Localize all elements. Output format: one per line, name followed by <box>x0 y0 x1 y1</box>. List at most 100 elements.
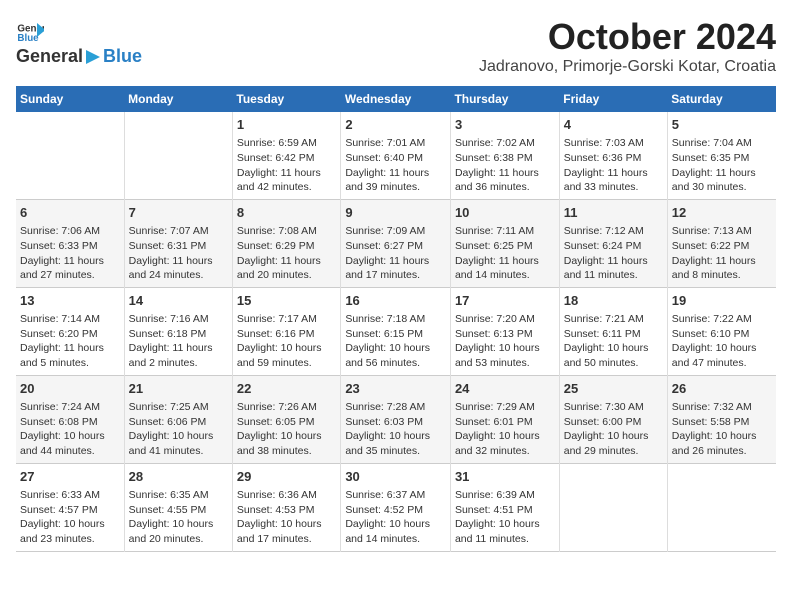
calendar-cell: 13 Sunrise: 7:14 AM Sunset: 6:20 PM Dayli… <box>16 287 124 375</box>
calendar-cell: 14Sunrise: 7:16 AM Sunset: 6:18 PM Dayli… <box>124 287 232 375</box>
calendar-cell: 15 Sunrise: 7:17 AM Sunset: 6:16 PM Dayli… <box>232 287 340 375</box>
calendar-cell: 5Sunrise: 7:04 AM Sunset: 6:35 PM Daylig… <box>667 112 776 199</box>
col-header-sunday: Sunday <box>16 86 124 112</box>
day-info: Sunrise: 7:14 AM Sunset: 6:20 PM Dayligh… <box>20 312 120 371</box>
day-info: Sunrise: 6:35 AM Sunset: 4:55 PM Dayligh… <box>129 488 228 547</box>
calendar-table: SundayMondayTuesdayWednesdayThursdayFrid… <box>16 86 776 552</box>
day-number: 9 <box>345 204 446 222</box>
calendar-cell <box>124 112 232 199</box>
day-info: Sunrise: 7:09 AM Sunset: 6:27 PM Dayligh… <box>345 224 446 283</box>
calendar-cell: 1 Sunrise: 6:59 AM Sunset: 6:42 PM Daylig… <box>232 112 340 199</box>
day-number: 4 <box>564 116 663 134</box>
day-number: 17 <box>455 292 555 310</box>
day-info: Sunrise: 7:20 AM Sunset: 6:13 PM Dayligh… <box>455 312 555 371</box>
day-info: Sunrise: 7:18 AM Sunset: 6:15 PM Dayligh… <box>345 312 446 371</box>
calendar-header-row: SundayMondayTuesdayWednesdayThursdayFrid… <box>16 86 776 112</box>
calendar-cell: 31 Sunrise: 6:39 AM Sunset: 4:51 PM Dayli… <box>450 463 559 551</box>
calendar-cell: 16Sunrise: 7:18 AM Sunset: 6:15 PM Dayli… <box>341 287 451 375</box>
day-number: 1 <box>237 116 336 134</box>
calendar-cell: 26 Sunrise: 7:32 AM Sunset: 5:58 PM Dayli… <box>667 375 776 463</box>
day-info: Sunrise: 7:16 AM Sunset: 6:18 PM Dayligh… <box>129 312 228 371</box>
col-header-friday: Friday <box>559 86 667 112</box>
day-number: 23 <box>345 380 446 398</box>
day-info: Sunrise: 6:33 AM Sunset: 4:57 PM Dayligh… <box>20 488 120 547</box>
day-number: 22 <box>237 380 336 398</box>
day-info: Sunrise: 7:30 AM Sunset: 6:00 PM Dayligh… <box>564 400 663 459</box>
col-header-monday: Monday <box>124 86 232 112</box>
day-number: 19 <box>672 292 772 310</box>
day-info: Sunrise: 7:28 AM Sunset: 6:03 PM Dayligh… <box>345 400 446 459</box>
day-number: 18 <box>564 292 663 310</box>
calendar-week-row: 27Sunrise: 6:33 AM Sunset: 4:57 PM Dayli… <box>16 463 776 551</box>
day-number: 11 <box>564 204 663 222</box>
day-info: Sunrise: 7:04 AM Sunset: 6:35 PM Dayligh… <box>672 136 772 195</box>
day-info: Sunrise: 7:11 AM Sunset: 6:25 PM Dayligh… <box>455 224 555 283</box>
day-info: Sunrise: 7:07 AM Sunset: 6:31 PM Dayligh… <box>129 224 228 283</box>
day-number: 26 <box>672 380 772 398</box>
day-info: Sunrise: 7:03 AM Sunset: 6:36 PM Dayligh… <box>564 136 663 195</box>
day-info: Sunrise: 6:39 AM Sunset: 4:51 PM Dayligh… <box>455 488 555 547</box>
calendar-cell: 29 Sunrise: 6:36 AM Sunset: 4:53 PM Dayli… <box>232 463 340 551</box>
page-subtitle: Jadranovo, Primorje-Gorski Kotar, Croati… <box>479 58 776 76</box>
calendar-cell: 21Sunrise: 7:25 AM Sunset: 6:06 PM Dayli… <box>124 375 232 463</box>
day-number: 12 <box>672 204 772 222</box>
logo-blue: Blue <box>103 46 142 67</box>
day-number: 31 <box>455 468 555 486</box>
page-title: October 2024 <box>479 16 776 58</box>
logo-general: General <box>16 46 83 67</box>
day-info: Sunrise: 7:24 AM Sunset: 6:08 PM Dayligh… <box>20 400 120 459</box>
calendar-cell: 7 Sunrise: 7:07 AM Sunset: 6:31 PM Daylig… <box>124 199 232 287</box>
calendar-cell: 8 Sunrise: 7:08 AM Sunset: 6:29 PM Daylig… <box>232 199 340 287</box>
calendar-week-row: 13 Sunrise: 7:14 AM Sunset: 6:20 PM Dayli… <box>16 287 776 375</box>
day-info: Sunrise: 7:26 AM Sunset: 6:05 PM Dayligh… <box>237 400 336 459</box>
calendar-cell: 12Sunrise: 7:13 AM Sunset: 6:22 PM Dayli… <box>667 199 776 287</box>
calendar-cell: 24 Sunrise: 7:29 AM Sunset: 6:01 PM Dayli… <box>450 375 559 463</box>
day-info: Sunrise: 6:36 AM Sunset: 4:53 PM Dayligh… <box>237 488 336 547</box>
day-number: 20 <box>20 380 120 398</box>
day-number: 15 <box>237 292 336 310</box>
day-number: 29 <box>237 468 336 486</box>
calendar-cell: 19 Sunrise: 7:22 AM Sunset: 6:10 PM Dayli… <box>667 287 776 375</box>
calendar-week-row: 1 Sunrise: 6:59 AM Sunset: 6:42 PM Daylig… <box>16 112 776 199</box>
col-header-saturday: Saturday <box>667 86 776 112</box>
calendar-cell: 10Sunrise: 7:11 AM Sunset: 6:25 PM Dayli… <box>450 199 559 287</box>
day-info: Sunrise: 7:02 AM Sunset: 6:38 PM Dayligh… <box>455 136 555 195</box>
page-header: General Blue General Blue October 2024 J… <box>16 16 776 76</box>
day-number: 3 <box>455 116 555 134</box>
logo-arrow-icon <box>84 48 102 66</box>
calendar-cell: 20 Sunrise: 7:24 AM Sunset: 6:08 PM Dayli… <box>16 375 124 463</box>
calendar-cell: 25 Sunrise: 7:30 AM Sunset: 6:00 PM Dayli… <box>559 375 667 463</box>
day-info: Sunrise: 7:25 AM Sunset: 6:06 PM Dayligh… <box>129 400 228 459</box>
title-block: October 2024 Jadranovo, Primorje-Gorski … <box>479 16 776 76</box>
day-number: 28 <box>129 468 228 486</box>
col-header-wednesday: Wednesday <box>341 86 451 112</box>
day-info: Sunrise: 7:12 AM Sunset: 6:24 PM Dayligh… <box>564 224 663 283</box>
day-info: Sunrise: 7:01 AM Sunset: 6:40 PM Dayligh… <box>345 136 446 195</box>
day-number: 30 <box>345 468 446 486</box>
day-number: 24 <box>455 380 555 398</box>
day-info: Sunrise: 6:37 AM Sunset: 4:52 PM Dayligh… <box>345 488 446 547</box>
day-number: 8 <box>237 204 336 222</box>
calendar-cell: 30 Sunrise: 6:37 AM Sunset: 4:52 PM Dayli… <box>341 463 451 551</box>
col-header-thursday: Thursday <box>450 86 559 112</box>
day-number: 13 <box>20 292 120 310</box>
day-info: Sunrise: 7:21 AM Sunset: 6:11 PM Dayligh… <box>564 312 663 371</box>
day-info: Sunrise: 7:22 AM Sunset: 6:10 PM Dayligh… <box>672 312 772 371</box>
day-number: 25 <box>564 380 663 398</box>
day-info: Sunrise: 6:59 AM Sunset: 6:42 PM Dayligh… <box>237 136 336 195</box>
calendar-cell: 18 Sunrise: 7:21 AM Sunset: 6:11 PM Dayli… <box>559 287 667 375</box>
col-header-tuesday: Tuesday <box>232 86 340 112</box>
day-info: Sunrise: 7:29 AM Sunset: 6:01 PM Dayligh… <box>455 400 555 459</box>
logo-icon: General Blue <box>16 16 44 44</box>
calendar-cell: 11 Sunrise: 7:12 AM Sunset: 6:24 PM Dayli… <box>559 199 667 287</box>
calendar-cell <box>16 112 124 199</box>
calendar-cell: 2Sunrise: 7:01 AM Sunset: 6:40 PM Daylig… <box>341 112 451 199</box>
day-info: Sunrise: 7:17 AM Sunset: 6:16 PM Dayligh… <box>237 312 336 371</box>
day-number: 7 <box>129 204 228 222</box>
day-info: Sunrise: 7:08 AM Sunset: 6:29 PM Dayligh… <box>237 224 336 283</box>
calendar-cell: 22 Sunrise: 7:26 AM Sunset: 6:05 PM Dayli… <box>232 375 340 463</box>
day-info: Sunrise: 7:32 AM Sunset: 5:58 PM Dayligh… <box>672 400 772 459</box>
calendar-week-row: 6Sunrise: 7:06 AM Sunset: 6:33 PM Daylig… <box>16 199 776 287</box>
calendar-cell <box>667 463 776 551</box>
logo: General Blue General Blue <box>16 16 142 67</box>
